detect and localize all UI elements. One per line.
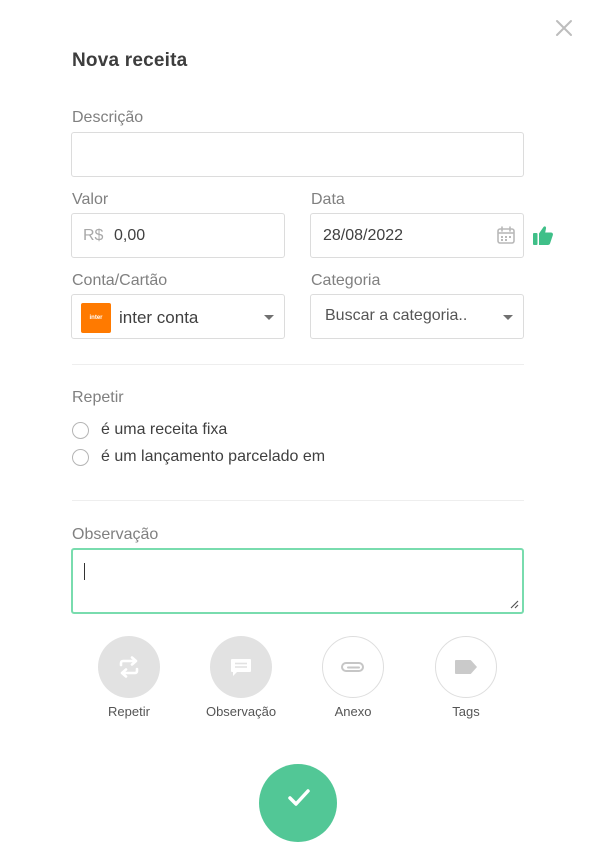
radio-option-parcelado[interactable]: é um lançamento parcelado em (72, 448, 325, 466)
bank-logo-text: inter (89, 315, 103, 321)
observacao-textarea[interactable] (71, 548, 524, 614)
submit-button[interactable] (259, 764, 337, 842)
currency-prefix: R$ (83, 227, 104, 244)
action-label: Repetir (108, 704, 150, 719)
bank-logo: inter (81, 303, 111, 333)
observacao-label: Observação (72, 526, 159, 543)
valor-input[interactable]: R$ 0,00 (71, 213, 285, 258)
chevron-down-icon (503, 315, 513, 320)
tag-icon (455, 660, 477, 674)
resize-handle-icon[interactable] (509, 599, 519, 609)
action-label: Tags (452, 704, 480, 719)
action-label: Anexo (334, 704, 372, 719)
descricao-input[interactable] (71, 132, 524, 177)
data-value: 28/08/2022 (323, 227, 404, 244)
action-anexo[interactable]: Anexo (303, 636, 403, 719)
repetir-button[interactable] (98, 636, 160, 698)
action-tags[interactable]: Tags (416, 636, 516, 719)
anexo-button[interactable] (322, 636, 384, 698)
categoria-placeholder: Buscar a categoria.. (325, 307, 468, 324)
action-observacao[interactable]: Observação (191, 636, 291, 719)
valor-label: Valor (72, 191, 109, 208)
check-icon (288, 789, 310, 806)
close-icon (556, 20, 572, 36)
action-repetir[interactable]: Repetir (79, 636, 179, 719)
data-input[interactable]: 28/08/2022 (310, 213, 524, 258)
data-label: Data (311, 191, 345, 208)
conta-value: inter conta (119, 308, 199, 327)
paperclip-icon (340, 662, 365, 672)
dialog-title: Nova receita (72, 50, 188, 71)
repeat-icon (119, 656, 139, 678)
categoria-label: Categoria (311, 272, 381, 289)
close-button[interactable] (552, 16, 576, 40)
radio-button[interactable] (72, 421, 89, 439)
thumbs-up-icon (533, 226, 553, 245)
chevron-down-icon (264, 315, 274, 320)
divider (72, 500, 524, 501)
radio-button[interactable] (72, 448, 89, 466)
text-cursor (84, 563, 85, 580)
conta-label: Conta/Cartão (72, 272, 168, 289)
action-label: Observação (205, 704, 277, 719)
repetir-label: Repetir (72, 389, 124, 406)
divider (72, 364, 524, 365)
calendar-icon[interactable] (496, 225, 516, 245)
conta-select[interactable]: inter inter conta (71, 294, 285, 339)
categoria-select[interactable]: Buscar a categoria.. (310, 294, 524, 339)
radio-option-fixa[interactable]: é uma receita fixa (72, 421, 227, 439)
radio-label: é uma receita fixa (101, 421, 228, 438)
observacao-button[interactable] (210, 636, 272, 698)
radio-label: é um lançamento parcelado em (101, 448, 326, 465)
tags-button[interactable] (435, 636, 497, 698)
descricao-label: Descrição (72, 109, 144, 126)
comment-icon (231, 659, 251, 676)
valor-value: 0,00 (114, 227, 146, 244)
